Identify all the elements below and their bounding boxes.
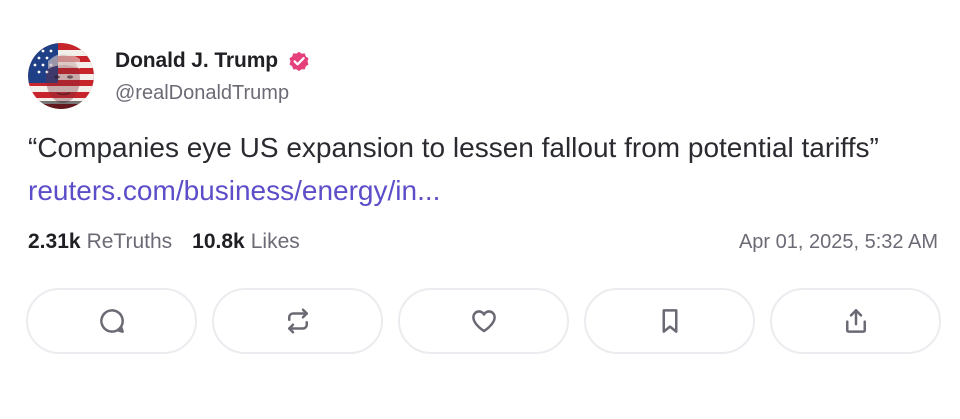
retruths-count: 2.31k (28, 230, 81, 253)
post-content: “Companies eye US expansion to lessen fa… (28, 126, 928, 212)
author-handle[interactable]: @realDonaldTrump (115, 82, 311, 105)
likes-count: 10.8k (192, 230, 245, 253)
share-icon (845, 309, 866, 333)
post-link[interactable]: reuters.com/business/energy/in... (28, 175, 440, 206)
post-stats: 2.31k ReTruths 10.8k Likes Apr 01, 2025,… (28, 230, 938, 254)
bookmark-button[interactable] (584, 288, 755, 354)
retruth-button[interactable] (212, 288, 383, 354)
comment-icon (99, 309, 124, 333)
author-names: Donald J. Trump @realDonaldTrump (115, 43, 311, 105)
avatar[interactable] (28, 43, 94, 109)
display-name[interactable]: Donald J. Trump (115, 49, 278, 73)
verified-badge-icon (289, 51, 309, 72)
repost-icon (287, 308, 308, 334)
post-timestamp[interactable]: Apr 01, 2025, 5:32 AM (739, 231, 938, 254)
post-text: “Companies eye US expansion to lessen fa… (28, 132, 879, 163)
share-button[interactable] (770, 288, 941, 354)
heart-icon (471, 310, 496, 333)
retruths-label: ReTruths (86, 230, 173, 253)
action-bar (26, 288, 941, 354)
display-name-row: Donald J. Trump (115, 49, 311, 73)
post-header: Donald J. Trump @realDonaldTrump (28, 43, 311, 109)
retruths-stat[interactable]: 2.31k ReTruths (28, 230, 172, 254)
reply-button[interactable] (26, 288, 197, 354)
like-button[interactable] (398, 288, 569, 354)
likes-stat[interactable]: 10.8k Likes (192, 230, 300, 254)
bookmark-icon (662, 309, 677, 333)
truth-post-card: Donald J. Trump @realDonaldTrump “Compan… (0, 0, 960, 419)
likes-label: Likes (250, 230, 300, 253)
